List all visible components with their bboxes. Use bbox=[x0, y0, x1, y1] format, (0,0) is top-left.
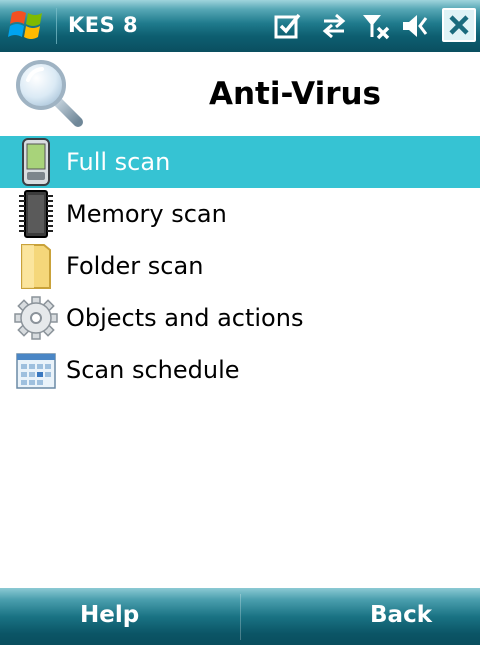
calendar-icon bbox=[14, 345, 58, 395]
close-icon bbox=[449, 15, 469, 35]
back-softkey[interactable]: Back bbox=[370, 602, 432, 628]
page-header: Anti-Virus bbox=[0, 52, 480, 136]
menu-item-label: Memory scan bbox=[66, 200, 227, 228]
volume-icon[interactable] bbox=[400, 10, 432, 42]
data-sync-icon[interactable] bbox=[318, 10, 350, 42]
gear-icon bbox=[14, 293, 58, 343]
device-icon bbox=[14, 137, 58, 187]
windows-start-icon[interactable] bbox=[6, 5, 50, 45]
folder-icon bbox=[14, 241, 58, 291]
menu-item-label: Folder scan bbox=[66, 252, 204, 280]
notification-check-icon[interactable] bbox=[272, 10, 304, 42]
help-softkey[interactable]: Help bbox=[80, 602, 139, 628]
menu-item-scan-schedule[interactable]: Scan schedule bbox=[0, 344, 480, 396]
menu-item-objects-and-actions[interactable]: Objects and actions bbox=[0, 292, 480, 344]
softkey-bar: Help Back bbox=[0, 588, 480, 645]
magnifier-icon bbox=[14, 58, 86, 130]
page-title: Anti-Virus bbox=[209, 76, 381, 112]
signal-off-icon[interactable] bbox=[360, 10, 392, 42]
status-separator bbox=[56, 8, 57, 44]
menu-list: Full scan Memory scan Folder scan Object… bbox=[0, 136, 480, 396]
memory-chip-icon bbox=[14, 189, 58, 239]
status-bar: KES 8 bbox=[0, 0, 480, 52]
softkey-divider bbox=[240, 594, 241, 640]
menu-item-memory-scan[interactable]: Memory scan bbox=[0, 188, 480, 240]
menu-item-full-scan[interactable]: Full scan bbox=[0, 136, 480, 188]
app-title: KES 8 bbox=[68, 13, 139, 37]
close-button[interactable] bbox=[442, 8, 476, 42]
menu-item-label: Full scan bbox=[66, 148, 171, 176]
menu-item-label: Scan schedule bbox=[66, 356, 240, 384]
menu-item-label: Objects and actions bbox=[66, 304, 304, 332]
menu-item-folder-scan[interactable]: Folder scan bbox=[0, 240, 480, 292]
